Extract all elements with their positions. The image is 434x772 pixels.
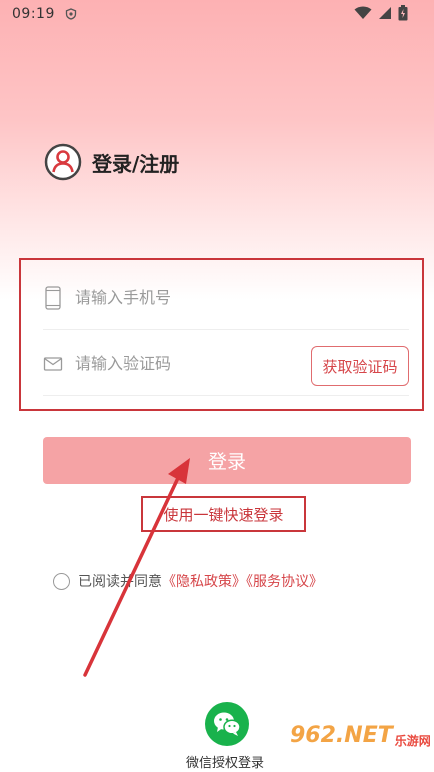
status-time: 09:19	[12, 6, 55, 22]
phone-field-row	[43, 266, 409, 330]
signal-icon	[379, 7, 391, 19]
watermark-text: 962.NET	[290, 723, 393, 748]
status-bar: 09:19	[0, 0, 434, 28]
quick-login-link[interactable]: 使用一键快速登录	[141, 496, 306, 532]
code-field-row: 获取验证码	[43, 332, 409, 396]
wifi-icon	[354, 6, 372, 19]
wechat-icon	[214, 712, 241, 736]
user-icon	[44, 143, 82, 181]
get-code-button[interactable]: 获取验证码	[311, 346, 409, 386]
phone-icon	[45, 285, 61, 310]
wechat-login-button[interactable]	[205, 702, 249, 746]
title-row: 登录/注册	[44, 143, 179, 181]
agreement-text: 已阅读并同意《隐私政策》《服务协议》	[78, 571, 323, 591]
login-button[interactable]: 登录	[43, 437, 411, 484]
login-form: 获取验证码	[19, 258, 424, 411]
verification-code-input[interactable]	[75, 354, 295, 373]
agreement-prefix: 已阅读并同意	[78, 574, 162, 590]
wechat-login-label: 微信授权登录	[186, 756, 265, 771]
privacy-policy-link[interactable]: 《隐私政策》	[162, 574, 246, 590]
agreement-radio[interactable]	[53, 572, 70, 590]
mail-icon	[43, 356, 63, 371]
watermark-subtext: 乐游网	[394, 734, 431, 748]
shield-icon	[65, 8, 77, 20]
service-agreement-link[interactable]: 《服务协议》	[246, 574, 323, 590]
agreement-row: 已阅读并同意《隐私政策》《服务协议》	[53, 571, 323, 591]
status-icons	[354, 5, 408, 21]
page-title: 登录/注册	[92, 151, 180, 176]
watermark-logo: 962.NET 乐游网	[290, 722, 431, 749]
battery-icon	[398, 5, 408, 21]
phone-input[interactable]	[75, 288, 295, 307]
